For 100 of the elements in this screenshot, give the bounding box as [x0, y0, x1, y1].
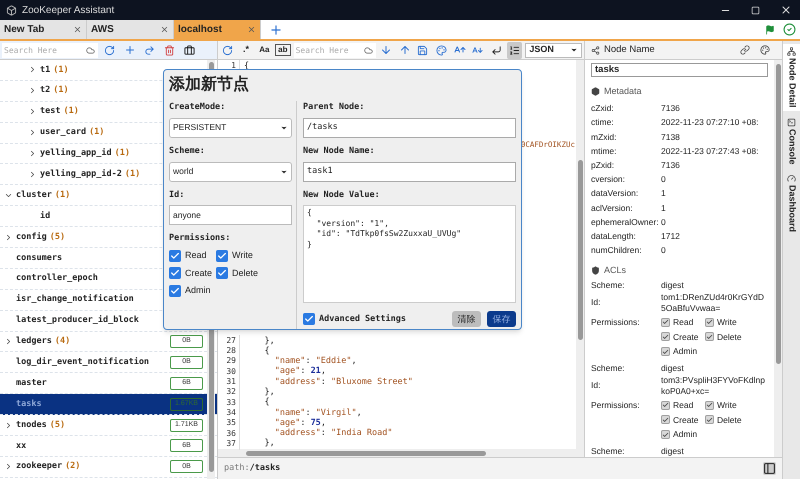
checkbox[interactable]: [661, 347, 670, 356]
checkbox[interactable]: [169, 284, 181, 297]
side-tab[interactable]: Console: [782, 114, 800, 168]
metadata-key: ephemeralOwner:: [591, 216, 661, 228]
add-tab-icon[interactable]: [269, 22, 283, 36]
acl-key: Id:: [591, 296, 661, 310]
side-tab[interactable]: Node Detail: [782, 44, 800, 111]
node-name-field[interactable]: tasks: [591, 63, 768, 77]
metadata-value: 7136: [661, 102, 680, 115]
metadata-value: 0: [661, 216, 666, 228]
section-title: ACLs: [604, 264, 626, 277]
checkbox[interactable]: [169, 267, 181, 280]
checkbox[interactable]: [216, 267, 228, 280]
maximize-icon[interactable]: [751, 6, 760, 14]
checkbox-label: Delete: [232, 266, 258, 280]
share-icon: [591, 46, 600, 54]
checkbox-label: Read: [185, 249, 207, 262]
network-icon: [787, 47, 796, 56]
metadata-value: 7136: [661, 158, 680, 172]
checkbox[interactable]: [661, 430, 670, 440]
node-label: t1: [40, 64, 50, 76]
node-label: t2: [40, 84, 50, 98]
child-count: (5): [50, 230, 66, 244]
child-count: (1): [114, 147, 130, 160]
node-label: yelling_app_id: [40, 147, 112, 160]
checkbox[interactable]: [705, 318, 714, 327]
cloud-icon[interactable]: [364, 42, 376, 58]
checkbox[interactable]: [661, 332, 670, 342]
cloud-icon[interactable]: [86, 42, 98, 58]
checkbox-label: Delete: [717, 330, 742, 344]
link-icon[interactable]: [740, 45, 750, 55]
select-field[interactable]: PERSISTENT: [169, 118, 292, 138]
checkbox[interactable]: [303, 313, 315, 326]
tab[interactable]: AWS: [87, 20, 174, 39]
close-icon[interactable]: [160, 25, 169, 34]
checkbox[interactable]: [661, 400, 670, 410]
flag-icon[interactable]: [765, 24, 775, 34]
code-line: {: [263, 344, 270, 358]
field-label: New Node Name:: [303, 144, 376, 158]
panel-toggle-icon[interactable]: [763, 462, 776, 475]
arrow-down-icon: [380, 44, 392, 56]
code-line: "age": 75,: [274, 417, 326, 428]
checkbox[interactable]: [705, 332, 714, 342]
metadata-key: mZxid:: [591, 130, 661, 144]
metadata-value: 2022-11-23 07:27:10 +08:: [661, 116, 758, 130]
checkbox[interactable]: [661, 415, 670, 424]
connected-icon[interactable]: [783, 23, 796, 36]
refresh-icon: [104, 44, 115, 56]
match-case-button[interactable]: Aa: [256, 44, 272, 56]
search-field[interactable]: Search Here: [2, 42, 86, 58]
acl-key: Scheme:: [591, 279, 661, 292]
search-field[interactable]: Search Here: [294, 42, 364, 58]
section-title: Metadata: [604, 85, 642, 98]
node-label: test: [40, 105, 60, 118]
acl-value: digest: [661, 445, 684, 457]
code-line: },: [263, 437, 275, 450]
checkbox[interactable]: [705, 400, 714, 410]
acl-value: tom1:DRenZUd4r0KrGYdD5OaBfuVvwaa=: [661, 292, 765, 314]
tab[interactable]: localhost: [174, 20, 261, 39]
node-label: tnodes: [16, 418, 47, 432]
checkbox-label: Advanced Settings: [319, 312, 407, 326]
line-number: 27: [218, 334, 240, 347]
acl-key: Permissions:: [591, 316, 661, 358]
checkbox[interactable]: [216, 250, 228, 262]
list-button[interactable]: [506, 42, 522, 58]
value-textarea[interactable]: { "version": "1", "id": "TdTkp0fsSw2ZuxxaU_UVUg" }: [303, 205, 516, 304]
metadata-key: ctime:: [591, 116, 661, 130]
input-field[interactable]: task1: [303, 162, 516, 182]
line-number: 33: [218, 396, 240, 409]
node-label: ledgers: [16, 335, 52, 348]
save-button[interactable]: 保存: [487, 311, 516, 328]
field-label: New Node Value:: [303, 188, 381, 202]
clear-button[interactable]: 清除: [452, 311, 481, 328]
metadata-key: pZxid:: [591, 158, 661, 172]
child-count: (4): [54, 335, 70, 348]
format-select[interactable]: JSON: [525, 42, 582, 58]
plus-icon: [124, 44, 136, 56]
tab[interactable]: New Tab: [0, 20, 87, 39]
checkbox[interactable]: [705, 415, 714, 424]
regex-button[interactable]: .*: [238, 43, 254, 57]
arrow-up-icon: [398, 44, 411, 56]
checkbox[interactable]: [661, 318, 670, 327]
close-icon[interactable]: [780, 4, 792, 16]
code-line: },: [263, 386, 275, 398]
node-label: xx: [16, 440, 26, 452]
metadata-key: dataVersion:: [591, 187, 661, 200]
redo-icon: [144, 44, 155, 56]
close-icon[interactable]: [73, 25, 82, 34]
palette-icon[interactable]: [760, 45, 770, 55]
side-tab[interactable]: Dashboard: [782, 171, 800, 236]
checkbox-label: Write: [232, 249, 253, 262]
line-number: 31: [218, 376, 240, 388]
select-field[interactable]: world: [169, 162, 292, 182]
path-label: path:: [224, 462, 250, 475]
acl-value: tom3:PVspliH3FYVoFKdlnpkoP0A0+xc=: [661, 374, 766, 397]
checkbox[interactable]: [169, 250, 181, 262]
whole-word-button[interactable]: ab: [275, 44, 291, 56]
input-field[interactable]: /tasks: [303, 118, 516, 138]
metadata-key: numChildren:: [591, 244, 661, 257]
input-field[interactable]: anyone: [169, 205, 292, 226]
